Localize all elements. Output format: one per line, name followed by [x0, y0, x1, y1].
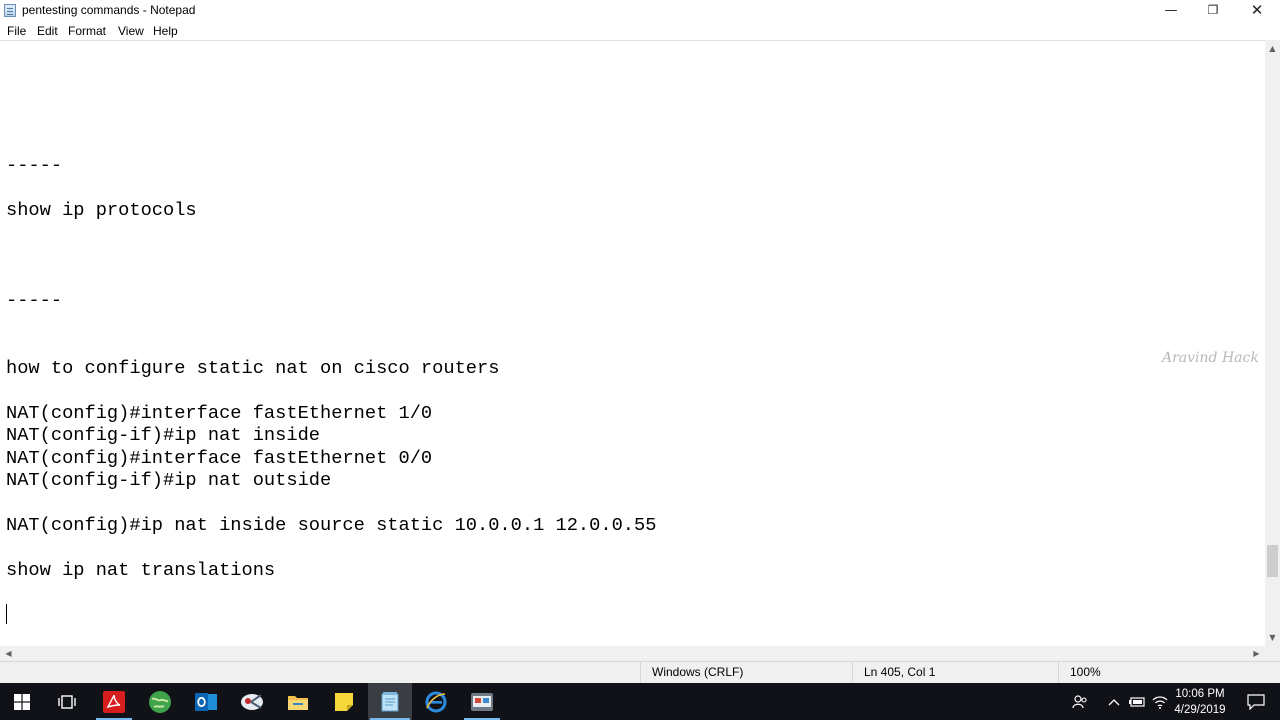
menu-bar: File Edit Format View Help	[0, 21, 1280, 40]
close-button[interactable]: ✕	[1234, 0, 1280, 21]
taskbar: 10:06 PM 4/29/2019	[0, 683, 1280, 720]
text-caret	[6, 604, 7, 624]
notepad-app-icon	[4, 4, 16, 17]
vertical-scrollbar[interactable]: ▲ ▼	[1265, 40, 1280, 646]
text-editor-area[interactable]: ----- show ip protocols ----- how to con…	[0, 40, 1265, 646]
taskbar-clock[interactable]: 10:06 PM 4/29/2019	[1168, 686, 1232, 718]
editor-line: how to configure static nat on cisco rou…	[6, 357, 500, 379]
horizontal-scrollbar[interactable]: ◀ ▶	[0, 646, 1265, 661]
people-icon[interactable]	[1069, 683, 1091, 720]
menu-file[interactable]: File	[7, 24, 26, 38]
snipping-tool-icon[interactable]	[230, 683, 274, 720]
editor-line: NAT(config-if)#ip nat outside	[6, 469, 332, 491]
battery-icon[interactable]	[1126, 683, 1148, 720]
menu-edit[interactable]: Edit	[37, 24, 58, 38]
windows-start-icon[interactable]	[0, 683, 44, 720]
file-explorer-icon[interactable]	[276, 683, 320, 720]
status-bar: Windows (CRLF) Ln 405, Col 1 100%	[0, 661, 1280, 683]
status-cursor-position: Ln 405, Col 1	[852, 662, 1065, 683]
outlook-icon[interactable]	[184, 683, 228, 720]
editor-line: NAT(config)#interface fastEthernet 0/0	[6, 447, 433, 469]
editor-line: show ip nat translations	[6, 559, 276, 581]
chevron-up-icon[interactable]	[1103, 683, 1125, 720]
title-bar: pentesting commands - Notepad — ❐ ✕	[0, 0, 1280, 21]
scroll-down-arrow-icon[interactable]: ▼	[1265, 629, 1280, 646]
editor-line: -----	[6, 154, 63, 176]
media-player-icon[interactable]	[460, 683, 504, 720]
status-encoding: Windows (CRLF)	[640, 662, 852, 683]
globe-app-icon[interactable]	[138, 683, 182, 720]
menu-format[interactable]: Format	[68, 24, 106, 38]
vertical-scroll-thumb[interactable]	[1267, 545, 1278, 577]
scroll-left-arrow-icon[interactable]: ◀	[0, 646, 17, 661]
minimize-button[interactable]: —	[1148, 0, 1194, 21]
ie-icon[interactable]	[414, 683, 458, 720]
clock-date: 4/29/2019	[1174, 704, 1226, 716]
scroll-right-arrow-icon[interactable]: ▶	[1248, 646, 1265, 661]
notepad-icon[interactable]	[368, 683, 412, 720]
watermark: Aravind Hack	[1162, 350, 1259, 366]
menu-view[interactable]: View	[118, 24, 144, 38]
window-title: pentesting commands - Notepad	[22, 3, 196, 17]
status-zoom: 100%	[1058, 662, 1280, 683]
task-view-icon[interactable]	[45, 683, 89, 720]
sticky-notes-icon[interactable]	[322, 683, 366, 720]
restore-button[interactable]: ❐	[1190, 0, 1236, 21]
notification-center-icon[interactable]	[1236, 683, 1276, 720]
scroll-corner	[1265, 646, 1280, 661]
editor-line: NAT(config-if)#ip nat inside	[6, 424, 321, 446]
clock-time: 10:06 PM	[1175, 688, 1225, 700]
menu-help[interactable]: Help	[153, 24, 178, 38]
scroll-up-arrow-icon[interactable]: ▲	[1265, 40, 1280, 57]
editor-line: -----	[6, 289, 63, 311]
editor-line: NAT(config)#ip nat inside source static …	[6, 514, 657, 536]
editor-line: NAT(config)#interface fastEthernet 1/0	[6, 402, 433, 424]
editor-line: show ip protocols	[6, 199, 197, 221]
acrobat-icon[interactable]	[92, 683, 136, 720]
